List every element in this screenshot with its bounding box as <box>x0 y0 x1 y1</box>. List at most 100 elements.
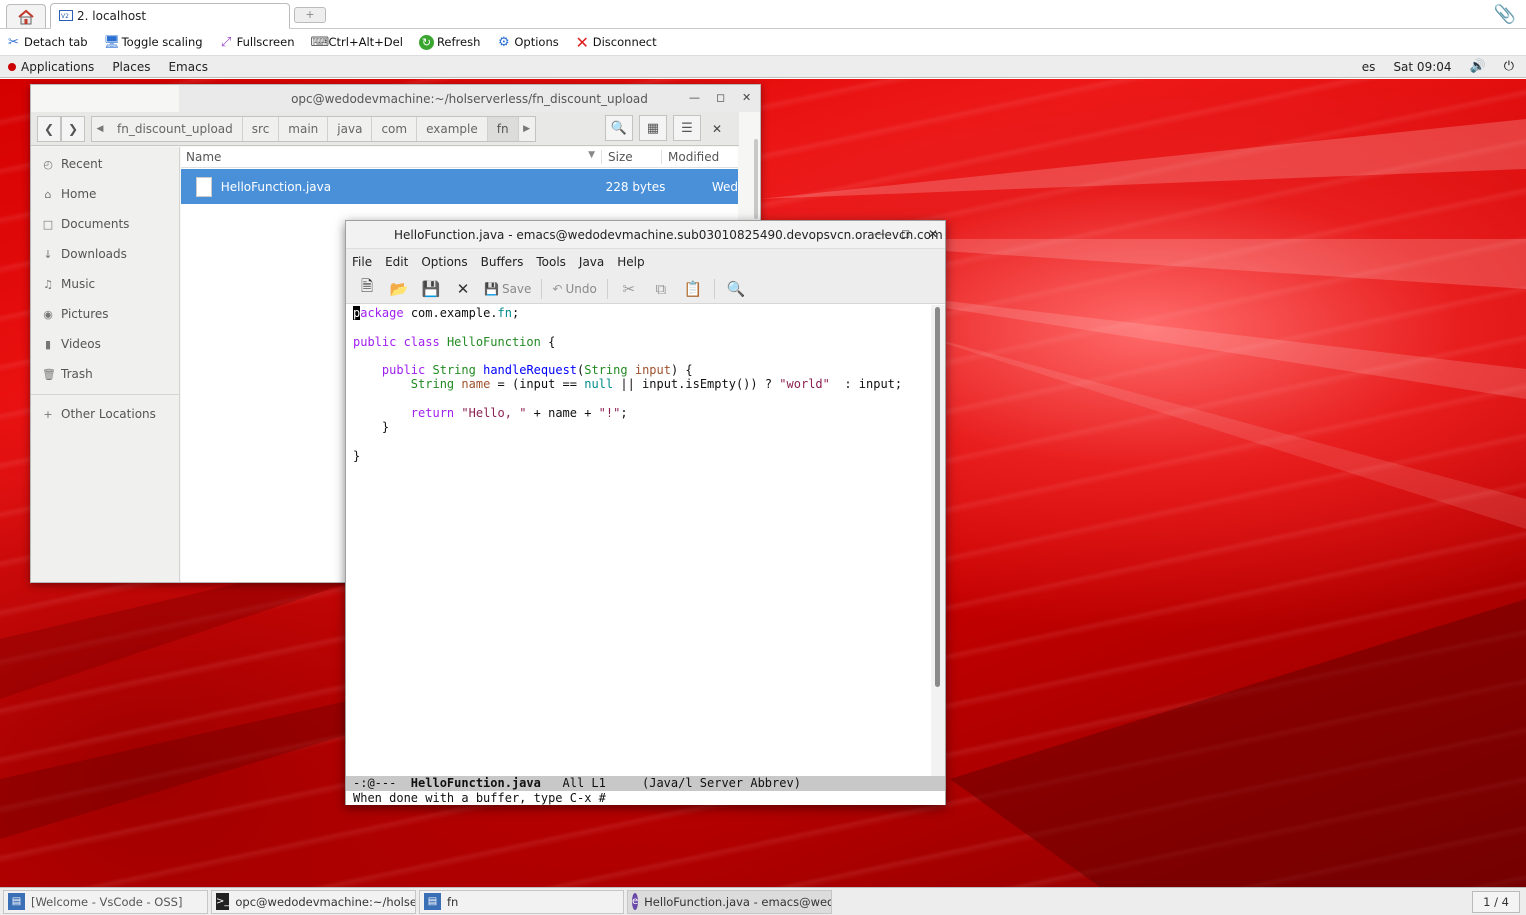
task-files[interactable]: ▤ fn <box>419 889 624 914</box>
crumb-fn-discount-upload[interactable]: fn_discount_upload <box>108 116 243 141</box>
task-emacs[interactable]: e HelloFunction.java - emacs@wedod... <box>627 889 832 914</box>
menu-options[interactable]: Options <box>421 255 467 269</box>
open-folder-icon[interactable]: 📂 <box>388 278 410 300</box>
emacs-scrollbar[interactable] <box>931 305 945 776</box>
keyboard-icon: ⌨ <box>310 34 330 50</box>
menu-tools[interactable]: Tools <box>536 255 566 269</box>
forward-button[interactable]: ❯ <box>61 115 85 142</box>
code-line-5: public String handleRequest(String input… <box>381 363 693 378</box>
ctrl-alt-del-button[interactable]: ⌨ Ctrl+Alt+Del <box>311 35 403 50</box>
tab-localhost[interactable]: V2 2. localhost <box>50 3 290 29</box>
file-row[interactable]: HelloFunction.java 228 bytes Wed <box>181 169 738 204</box>
crumb-right-arrow-icon[interactable]: ▶ <box>519 124 535 134</box>
toggle-scaling-button[interactable]: 🖥 Toggle scaling <box>104 35 203 50</box>
refresh-button[interactable]: ↻ Refresh <box>418 34 480 50</box>
files-scrollbar[interactable] <box>754 139 758 219</box>
emacs-menu[interactable]: Emacs <box>168 60 207 74</box>
back-button[interactable]: ❮ <box>37 115 61 142</box>
hamburger-icon: ☰ <box>681 120 693 136</box>
sidebar-item-videos[interactable]: ▮ Videos <box>31 329 179 359</box>
camera-icon: ◉ <box>43 307 53 321</box>
home-icon <box>18 9 34 24</box>
disconnect-button[interactable]: ✕ Disconnect <box>575 32 657 52</box>
files-titlebar[interactable]: opc@wedodevmachine:~/holserverless/fn_di… <box>179 85 760 112</box>
sidebar-item-recent[interactable]: ◴ Recent <box>31 149 179 179</box>
applications-menu[interactable]: Applications <box>8 60 94 74</box>
clock[interactable]: Sat 09:04 <box>1393 60 1451 74</box>
emacs-titlebar[interactable]: HelloFunction.java - emacs@wedodevmachin… <box>346 221 945 249</box>
places-menu[interactable]: Places <box>112 60 150 74</box>
download-icon: ↓ <box>43 247 53 261</box>
kill-buffer-icon[interactable]: ✕ <box>452 278 474 300</box>
crumb-example[interactable]: example <box>417 116 488 141</box>
dired-icon[interactable]: 💾 <box>420 278 442 300</box>
view-toggle-button[interactable]: ▦ <box>639 115 667 141</box>
menu-buffers[interactable]: Buffers <box>481 255 524 269</box>
search-icon[interactable]: 🔍 <box>725 278 747 300</box>
workspace-switcher[interactable]: 1 / 4 <box>1472 890 1520 913</box>
keyboard-layout[interactable]: es <box>1362 60 1376 74</box>
column-header-row: Name ▼ Size Modified <box>181 147 738 168</box>
volume-icon[interactable]: 🔊 <box>1470 59 1486 74</box>
menu-file[interactable]: File <box>352 255 372 269</box>
sidebar-item-pictures[interactable]: ◉ Pictures <box>31 299 179 329</box>
emacs-buffer[interactable]: package com.example.fn; public class Hel… <box>346 305 931 776</box>
monitor-icon: 🖥 <box>103 34 121 50</box>
file-manager-icon: ▤ <box>424 893 441 910</box>
close-icon[interactable]: ✕ <box>742 91 751 104</box>
sidebar-item-downloads[interactable]: ↓ Downloads <box>31 239 179 269</box>
crumb-com[interactable]: com <box>372 116 418 141</box>
minimize-icon[interactable]: — <box>689 91 700 104</box>
new-file-icon[interactable]: 🗎 <box>356 277 378 300</box>
chevron-left-icon: ❮ <box>43 121 55 136</box>
maximize-icon[interactable]: ◻ <box>716 91 725 104</box>
column-name[interactable]: Name ▼ <box>181 150 602 164</box>
file-modified: Wed <box>711 179 738 194</box>
maximize-icon[interactable]: ◻ <box>901 227 910 240</box>
crumb-src[interactable]: src <box>243 116 280 141</box>
fullscreen-button[interactable]: ⤢ Fullscreen <box>219 35 295 50</box>
new-tab-button[interactable]: + <box>294 7 326 23</box>
paperclip-icon[interactable]: 📎 <box>1494 4 1516 25</box>
crumb-fn[interactable]: fn <box>487 116 519 141</box>
menu-edit[interactable]: Edit <box>385 255 408 269</box>
home-tab[interactable] <box>6 4 46 28</box>
task-terminal[interactable]: >_ opc@wedodevmachine:~/holserverle... <box>211 889 416 914</box>
options-button[interactable]: ⚙ Options <box>496 35 559 50</box>
code-line-8: return "Hello, " + name + "!"; <box>410 406 628 421</box>
task-vscode[interactable]: ▤ [Welcome - VsCode - OSS] <box>3 889 208 914</box>
menu-java[interactable]: Java <box>579 255 604 269</box>
menu-help[interactable]: Help <box>617 255 644 269</box>
sort-down-icon: ▼ <box>588 150 595 160</box>
sidebar-item-trash[interactable]: 🗑 Trash <box>31 359 179 389</box>
svg-text:V2: V2 <box>61 13 69 20</box>
vnc-icon: V2 <box>59 9 73 21</box>
power-icon[interactable]: ⏻ <box>1504 59 1514 74</box>
emacs-icon: e <box>632 893 639 910</box>
undo-button[interactable]: ↶ Undo <box>552 282 596 296</box>
sidebar-item-music[interactable]: ♫ Music <box>31 269 179 299</box>
cut-icon[interactable]: ✂ <box>618 278 640 300</box>
disconnect-icon: ✕ <box>575 32 589 52</box>
column-size[interactable]: Size <box>602 150 662 164</box>
emacs-scrollbar-thumb[interactable] <box>935 307 940 687</box>
save-button[interactable]: 💾 Save <box>484 282 531 296</box>
crumb-main[interactable]: main <box>279 116 329 141</box>
emacs-minibuffer[interactable]: When done with a buffer, type C-x # <box>346 791 945 805</box>
crumb-java[interactable]: java <box>328 116 373 141</box>
crumb-left-arrow-icon[interactable]: ◀ <box>92 124 108 134</box>
close-icon[interactable]: ✕ <box>928 227 938 241</box>
files-sidebar: ◴ Recent ⌂ Home □ Documents ↓ Downloads ♫ Mus… <box>31 147 180 582</box>
sidebar-item-documents[interactable]: □ Documents <box>31 209 179 239</box>
sidebar-item-other-locations[interactable]: + Other Locations <box>31 399 179 429</box>
search-button[interactable]: 🔍 <box>605 115 633 141</box>
sidebar-item-home[interactable]: ⌂ Home <box>31 179 179 209</box>
paste-icon[interactable]: 📋 <box>682 278 704 300</box>
files-close-button[interactable]: ✕ <box>712 122 722 136</box>
menu-button[interactable]: ☰ <box>673 115 701 141</box>
column-modified[interactable]: Modified <box>662 150 719 164</box>
copy-icon[interactable]: ⧉ <box>650 278 672 300</box>
emacs-window: HelloFunction.java - emacs@wedodevmachin… <box>345 220 946 805</box>
minimize-icon[interactable]: — <box>874 227 885 240</box>
detach-tab-button[interactable]: ✂ Detach tab <box>6 35 88 50</box>
